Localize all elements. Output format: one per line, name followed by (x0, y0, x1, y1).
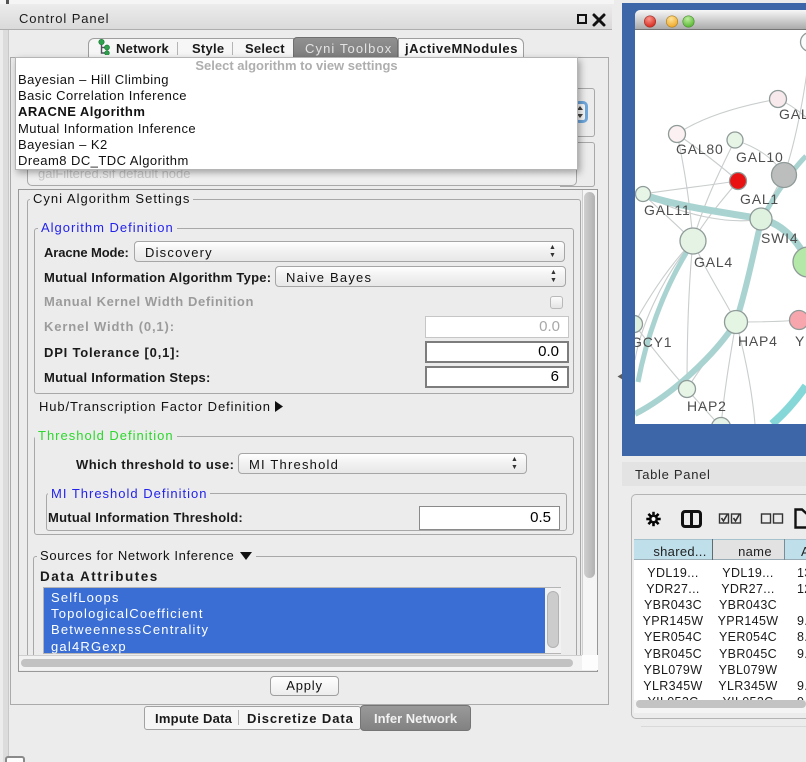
svg-text:GAL2: GAL2 (779, 106, 806, 122)
svg-text:GAL11: GAL11 (644, 202, 691, 218)
svg-text:HAP4: HAP4 (738, 333, 778, 349)
svg-text:HAP2: HAP2 (687, 398, 727, 414)
svg-text:GAL4: GAL4 (694, 254, 733, 270)
svg-text:GAL80: GAL80 (676, 141, 724, 157)
svg-text:GAL1: GAL1 (740, 191, 779, 207)
svg-text:SWI4: SWI4 (761, 230, 798, 246)
svg-text:GAL10: GAL10 (736, 149, 784, 165)
svg-text:YM: YM (795, 333, 806, 349)
svg-text:GCY1: GCY1 (635, 334, 672, 350)
